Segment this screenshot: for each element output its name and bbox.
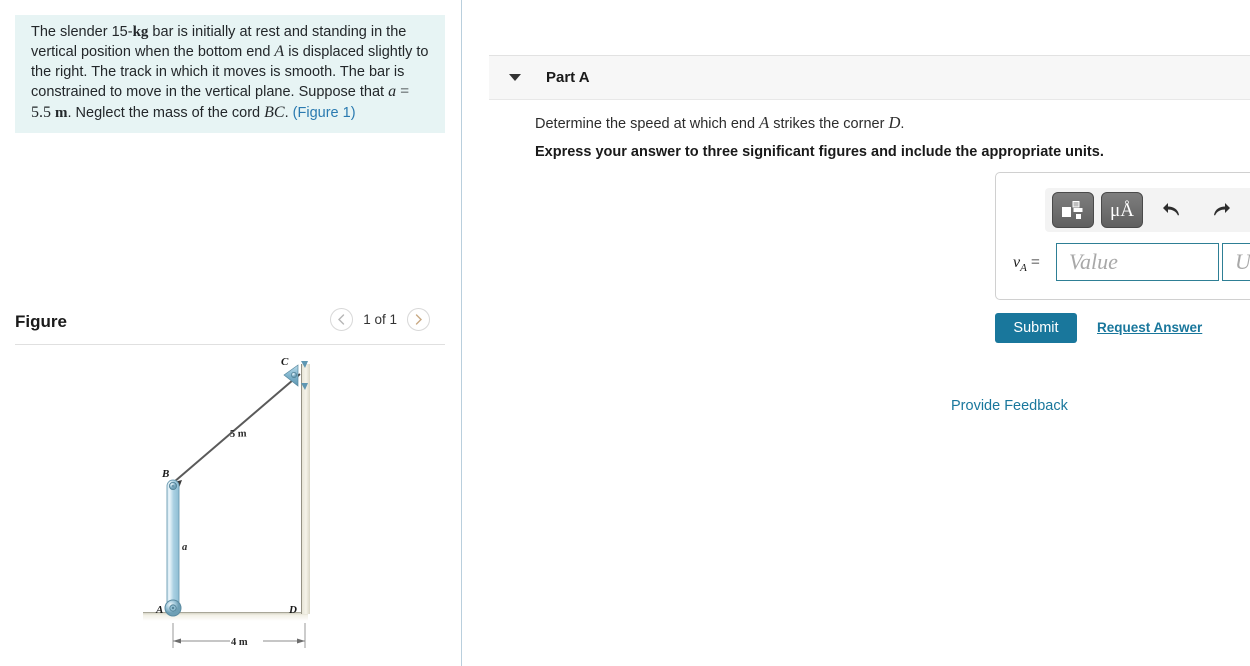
- undo-icon: [1163, 203, 1179, 216]
- left-pane: The slender 15-kg bar is initially at re…: [0, 0, 461, 666]
- greek-units-icon: μÅ: [1110, 199, 1134, 221]
- problem-unit-kg: kg: [132, 24, 149, 40]
- mechanism-diagram-svg: A B C D a 5 m 4 m: [143, 356, 310, 648]
- part-a-header[interactable]: Part A: [489, 55, 1250, 100]
- question-var-D: D: [888, 113, 901, 132]
- figure-page-count: 1 of 1: [363, 312, 397, 327]
- provide-feedback-link[interactable]: Provide Feedback: [951, 398, 1068, 414]
- problem-text-part1: The slender 15-: [31, 24, 133, 40]
- units-button[interactable]: μÅ: [1101, 192, 1143, 228]
- answer-units-input[interactable]: [1222, 243, 1250, 281]
- answer-variable-label: vA =: [1013, 254, 1040, 274]
- pin-c: [291, 372, 297, 378]
- problem-page: The slender 15-kg bar is initially at re…: [0, 0, 1250, 666]
- pin-b-center: [171, 484, 175, 488]
- problem-var-a: a: [388, 83, 397, 101]
- figure-pagination: 1 of 1: [330, 308, 430, 331]
- redo-icon: [1214, 203, 1230, 216]
- problem-text-part4: . Neglect the mass of the cord: [67, 104, 265, 121]
- dim-arrow-left: [173, 638, 181, 644]
- redo-button[interactable]: [1201, 192, 1241, 228]
- question-var-A: A: [759, 113, 770, 132]
- label-cord-length: 5 m: [230, 428, 247, 440]
- problem-var-BC: BC: [264, 103, 285, 121]
- question-text-pre: Determine the speed at which end: [535, 116, 760, 132]
- label-base-length: 4 m: [231, 637, 248, 648]
- answer-value-input[interactable]: [1056, 243, 1219, 281]
- answer-subscript: A: [1020, 262, 1027, 275]
- figure-divider: [15, 344, 445, 345]
- figure-header: Figure 1 of 1: [15, 308, 445, 340]
- figure-prev-button[interactable]: [330, 308, 354, 331]
- part-a-title: Part A: [546, 69, 590, 86]
- right-pane: Part A Determine the speed at which end …: [462, 0, 1250, 666]
- chevron-right-icon: [415, 314, 422, 325]
- part-a-question: Determine the speed at which end A strik…: [535, 113, 904, 133]
- chevron-left-icon: [338, 314, 345, 325]
- request-answer-link[interactable]: Request Answer: [1097, 320, 1202, 335]
- label-D: D: [288, 604, 297, 616]
- math-template-button[interactable]: [1052, 192, 1094, 228]
- label-a-length: a: [182, 542, 187, 553]
- problem-statement-box: The slender 15-kg bar is initially at re…: [15, 15, 445, 134]
- problem-text-period: .: [284, 104, 289, 121]
- label-A: A: [155, 604, 163, 616]
- roller-a-center: [171, 606, 175, 610]
- slender-bar: [166, 479, 180, 613]
- vertical-wall: [301, 364, 310, 614]
- dim-arrow-right: [297, 638, 305, 644]
- problem-statement-text: The slender 15-kg bar is initially at re…: [31, 23, 433, 123]
- problem-var-A: A: [274, 43, 285, 61]
- math-template-icon: [1060, 199, 1086, 221]
- part-a-instruction: Express your answer to three significant…: [535, 144, 1104, 160]
- figure-next-button[interactable]: [407, 308, 430, 331]
- caret-down-icon[interactable]: [509, 74, 521, 81]
- figure-1-link[interactable]: (Figure 1): [293, 105, 356, 121]
- equals-sign: =: [1030, 254, 1040, 271]
- label-C: C: [281, 356, 289, 368]
- question-text-end: .: [900, 116, 905, 132]
- submit-button[interactable]: Submit: [995, 313, 1077, 343]
- figure-diagram: A B C D a 5 m 4 m: [15, 352, 445, 662]
- answer-input-widget: μÅ vA = Value Units: [995, 172, 1250, 300]
- label-B: B: [161, 468, 169, 480]
- math-toolbar: μÅ: [1045, 188, 1250, 232]
- problem-unit-m: m: [55, 104, 68, 121]
- undo-button[interactable]: [1152, 192, 1192, 228]
- figure-title: Figure: [15, 312, 67, 331]
- question-text-mid: strikes the corner: [769, 116, 889, 132]
